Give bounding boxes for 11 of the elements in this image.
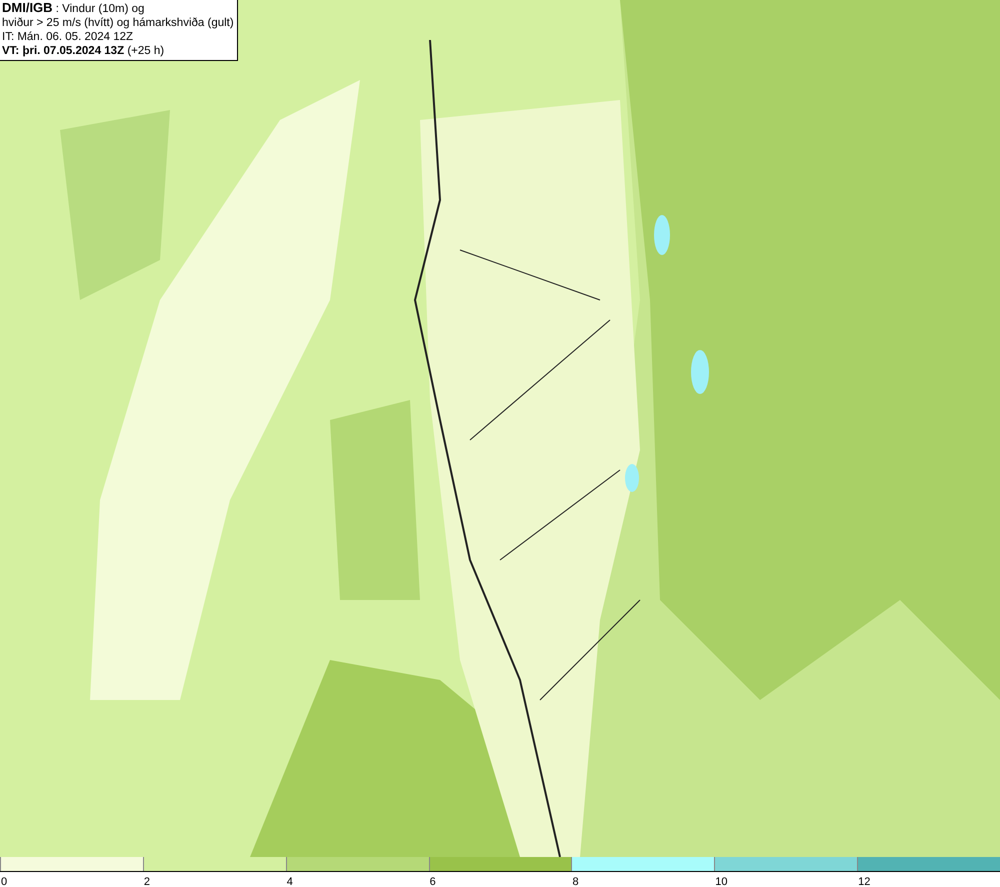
scale-label: 0 bbox=[0, 876, 8, 887]
scale-label: 8 bbox=[571, 876, 579, 887]
map-title: DMI/IGB : Vindur (10m) og bbox=[2, 1, 146, 16]
scale-label: 4 bbox=[286, 876, 293, 887]
scale-label: 6 bbox=[428, 876, 436, 887]
map-subtitle: hviður > 25 m/s (hvítt) og hámarkshviða (gult) bbox=[2, 16, 234, 30]
scale-label: 12 bbox=[857, 876, 870, 887]
valid-time: VT: þri. 07.05.2024 13Z (+25 h) bbox=[2, 44, 166, 58]
scale-label: 2 bbox=[142, 876, 150, 887]
initial-time: IT: Mán. 06. 05. 2024 12Z bbox=[2, 30, 134, 44]
scale-label: 10 bbox=[714, 876, 728, 887]
